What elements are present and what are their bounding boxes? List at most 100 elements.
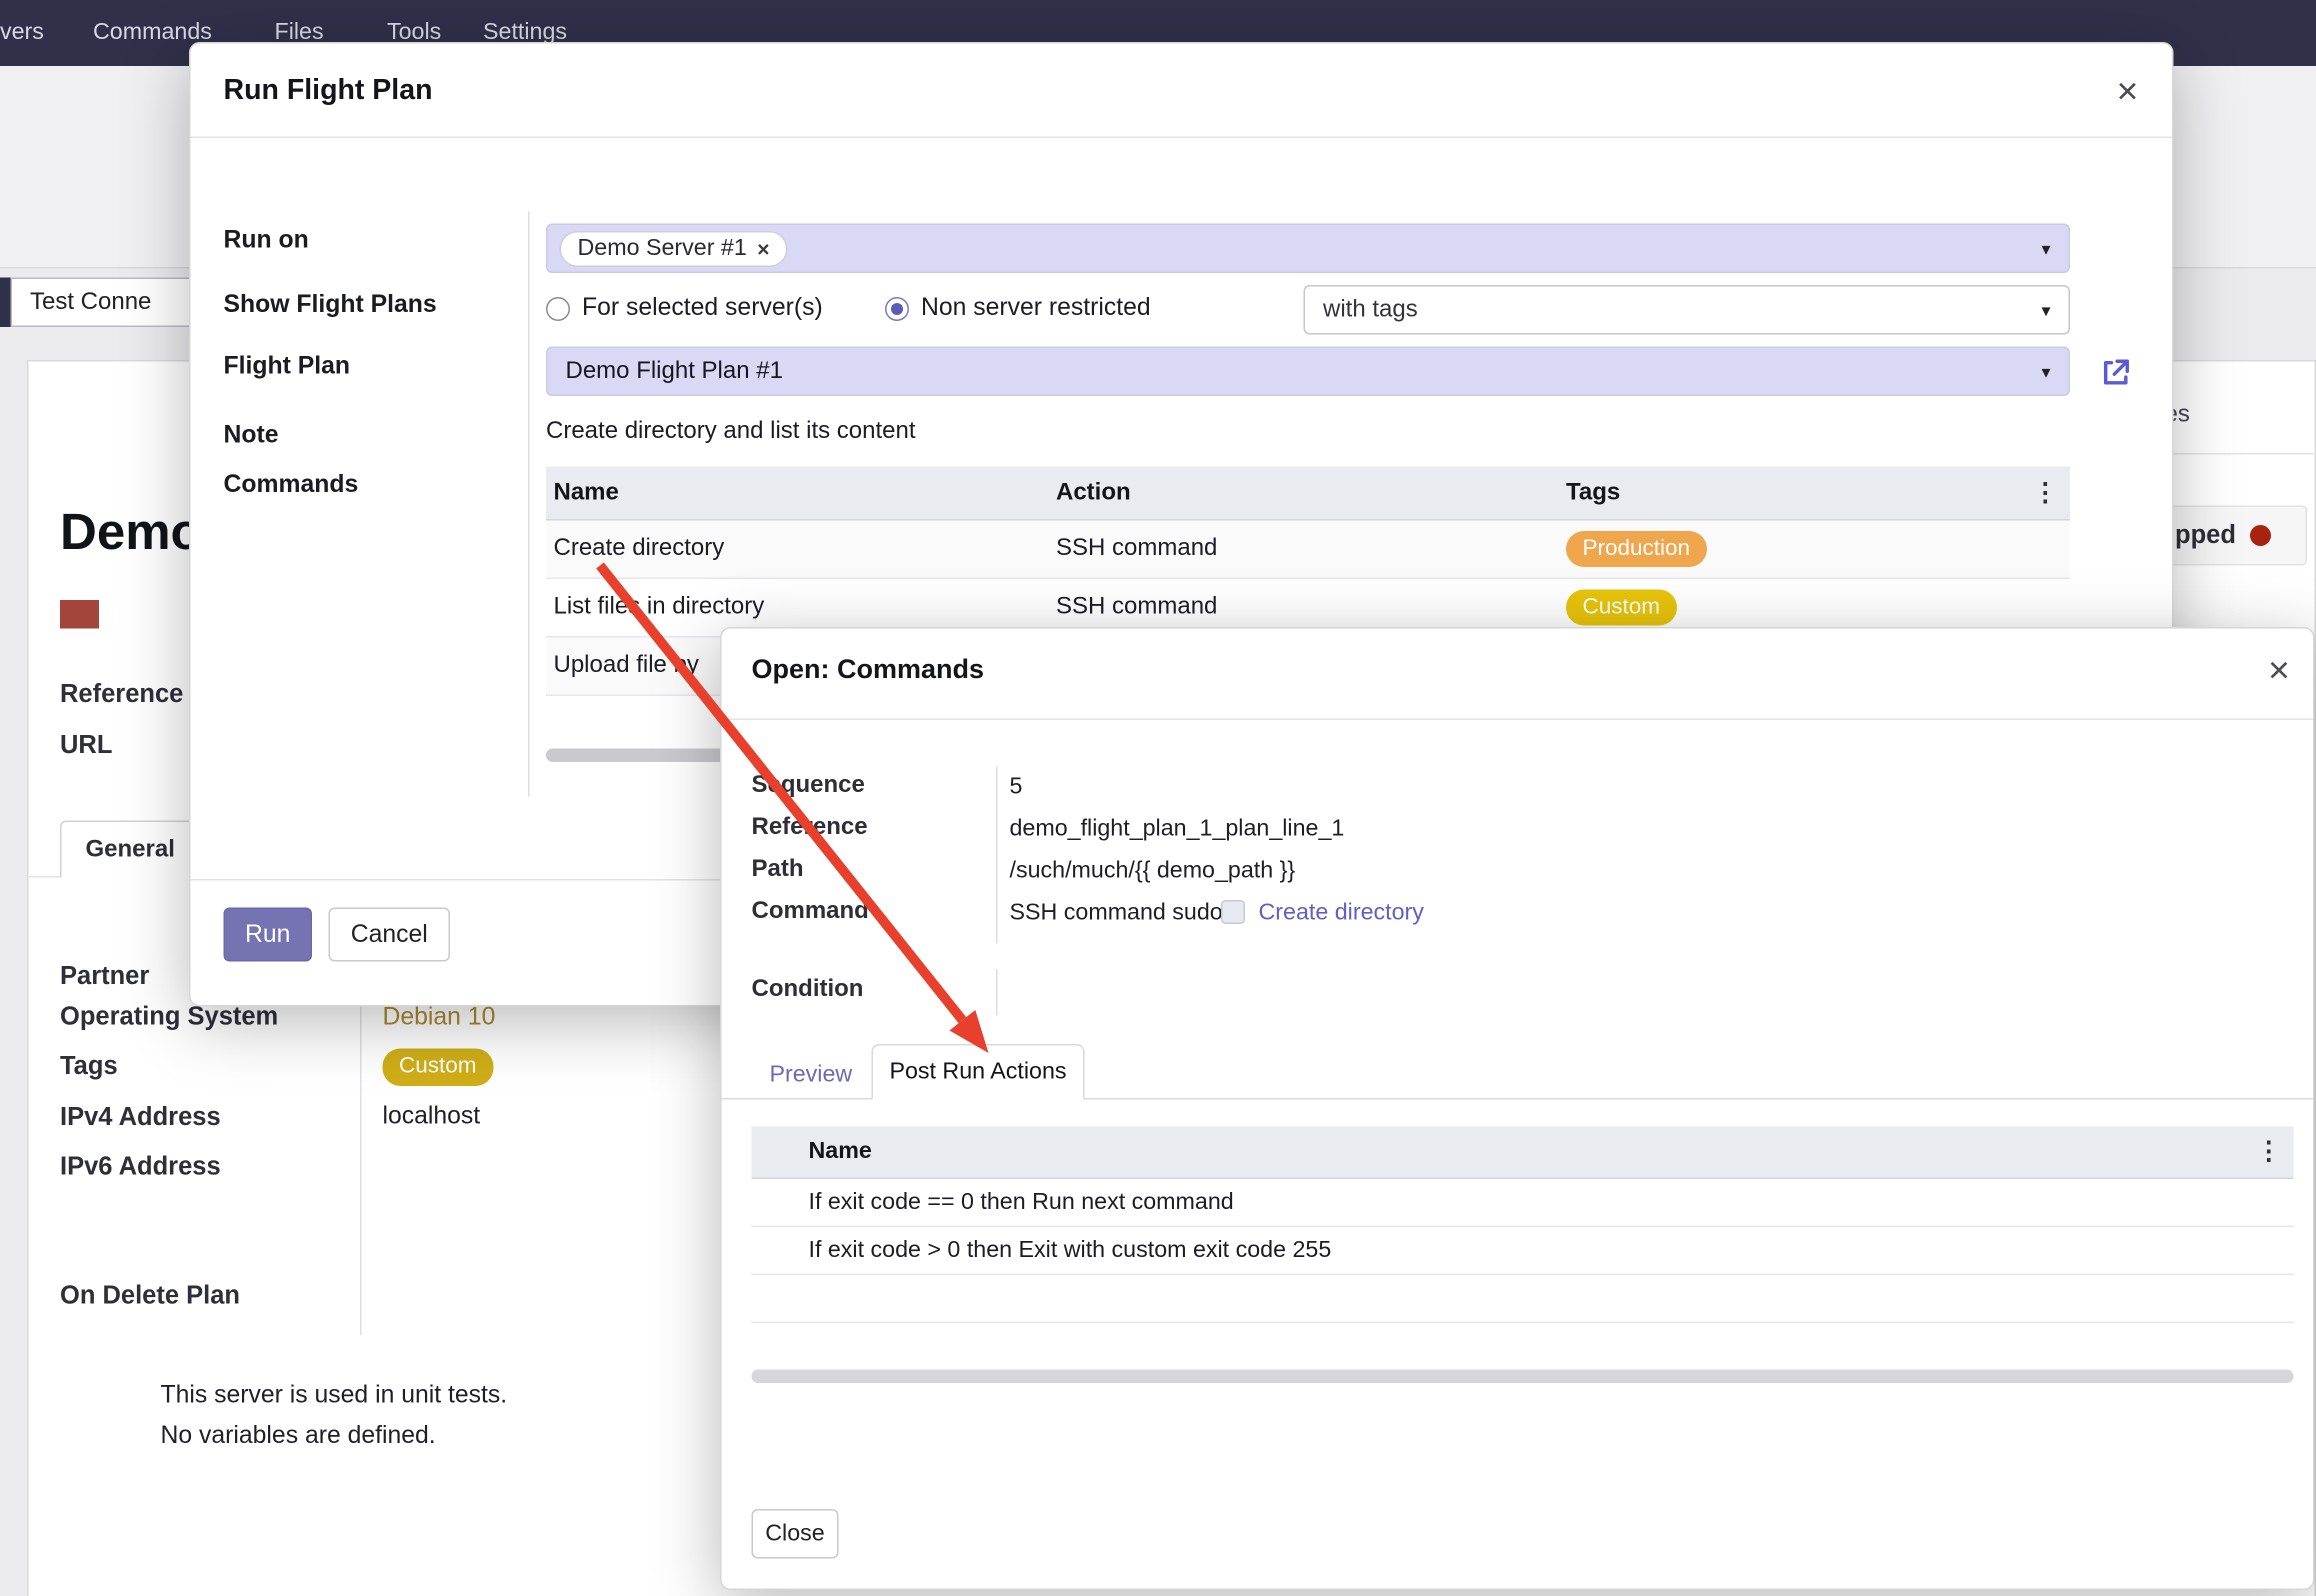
table-row[interactable]: If exit code > 0 then Exit with custom e… — [752, 1227, 2294, 1275]
radio-non-server-restricted-label[interactable]: Non server restricted — [921, 294, 1151, 323]
radio-selected-servers-label[interactable]: For selected server(s) — [582, 294, 823, 323]
run-on-select[interactable]: Demo Server #1 × ▾ — [546, 224, 2070, 274]
with-tags-value: with tags — [1323, 296, 1418, 323]
note-label: Note — [224, 422, 279, 451]
field-divider — [360, 960, 362, 1335]
production-tag-badge[interactable]: Production — [1566, 530, 1707, 567]
on-delete-plan-label: On Delete Plan — [60, 1281, 240, 1311]
run-on-label: Run on — [224, 227, 309, 256]
condition-divider — [996, 969, 998, 1016]
unit-test-note: This server is used in unit tests. — [161, 1382, 508, 1411]
tags-label: Tags — [60, 1052, 118, 1082]
radio-selected-dot — [891, 303, 903, 315]
chevron-down-icon[interactable]: ▾ — [2041, 362, 2050, 380]
tab-bar-line — [27, 876, 60, 878]
external-link-icon[interactable] — [2099, 356, 2134, 398]
card-tab-border — [2174, 453, 2316, 455]
actions-table-header: Name ⋮ — [752, 1127, 2294, 1180]
row-name: List files in directory — [546, 594, 1056, 621]
custom-tag-badge[interactable]: Custom — [1566, 589, 1677, 626]
status-stopped-dot-icon — [2249, 525, 2270, 546]
sequence-label: Sequence — [752, 773, 865, 800]
col-name[interactable]: Name — [546, 479, 1056, 506]
commands-label: Commands — [224, 471, 359, 500]
url-label: URL — [60, 731, 112, 761]
command-label: Command — [752, 899, 869, 926]
tab-post-run-actions-label: Post Run Actions — [889, 1058, 1066, 1085]
with-tags-select[interactable]: with tags ▾ — [1304, 285, 2071, 335]
path-label: Path — [752, 857, 804, 884]
test-connection-button[interactable]: Test Conne — [11, 278, 206, 328]
chevron-down-icon[interactable]: ▾ — [2041, 239, 2050, 257]
reference-label: Reference — [752, 815, 868, 842]
tab-general[interactable]: General — [60, 821, 200, 878]
partner-label: Partner — [60, 962, 149, 992]
server-title: Demo — [60, 504, 202, 563]
toolbar-button-edge[interactable] — [0, 278, 11, 328]
ipv4-value: localhost — [383, 1103, 481, 1132]
flight-plan-select[interactable]: Demo Flight Plan #1 ▾ — [546, 347, 2070, 397]
operating-system-value[interactable]: Debian 10 — [383, 1004, 496, 1033]
tags-value[interactable]: Custom — [383, 1049, 494, 1086]
plan-description: Create directory and list its content — [546, 419, 916, 446]
table-row[interactable]: Create directory SSH command Production — [546, 521, 2070, 580]
action-name: If exit code > 0 then Exit with custom e… — [809, 1237, 2294, 1264]
variables-note: No variables are defined. — [161, 1422, 436, 1451]
row-name: Create directory — [546, 536, 1056, 563]
tab-preview[interactable]: Preview — [770, 1062, 853, 1089]
server-chip[interactable]: Demo Server #1 × — [560, 230, 788, 266]
path-value: /such/much/{{ demo_path }} — [1010, 858, 1296, 885]
reference-label: Reference — [60, 680, 183, 710]
commands-table-header: Name Action Tags ⋮ — [546, 467, 2070, 521]
run-button[interactable]: Run — [224, 908, 313, 962]
scrollbar-thumb[interactable] — [752, 1370, 2294, 1384]
command-value: SSH command sudo — [1010, 900, 1223, 927]
row-action: SSH command — [1056, 594, 1566, 621]
label-column-divider — [528, 212, 530, 797]
show-flight-plans-label: Show Flight Plans — [224, 291, 437, 320]
field-column-divider — [996, 767, 998, 944]
condition-label: Condition — [752, 977, 864, 1004]
run-modal-title: Run Flight Plan — [224, 75, 433, 108]
flight-plan-label: Flight Plan — [224, 353, 351, 382]
tab-post-run-actions[interactable]: Post Run Actions — [872, 1044, 1085, 1100]
row-action: SSH command — [1056, 536, 1566, 563]
ipv4-label: IPv4 Address — [60, 1103, 221, 1133]
sequence-value: 5 — [1010, 774, 1023, 801]
close-button[interactable]: Close — [752, 1509, 839, 1559]
col-tags[interactable]: Tags — [1566, 479, 2033, 506]
col-name[interactable]: Name — [809, 1139, 2257, 1166]
reference-value: demo_flight_plan_1_plan_line_1 — [1010, 816, 1345, 843]
ipv6-label: IPv6 Address — [60, 1152, 221, 1182]
modal-header-divider — [191, 137, 2173, 139]
chevron-down-icon[interactable]: ▾ — [2041, 301, 2050, 319]
chip-remove-icon[interactable]: × — [757, 236, 769, 260]
server-chip-label: Demo Server #1 — [578, 235, 747, 262]
tab-general-label: General — [86, 836, 175, 863]
cancel-button[interactable]: Cancel — [329, 908, 451, 962]
close-icon[interactable]: × — [2117, 74, 2139, 112]
open-commands-modal: Open: Commands × Sequence Reference Path… — [720, 627, 2315, 1590]
custom-tag-badge[interactable]: Custom — [383, 1049, 494, 1086]
commands-modal-title: Open: Commands — [752, 654, 985, 686]
modal-header-divider — [722, 719, 2314, 721]
screenshot-stage: vers Commands Files Tools Settings Test … — [0, 0, 2316, 1596]
flight-plan-value: Demo Flight Plan #1 — [566, 358, 783, 385]
close-icon[interactable]: × — [2268, 653, 2290, 691]
color-swatch[interactable] — [60, 600, 99, 629]
row-tags: Production — [1566, 530, 2070, 567]
command-checkbox[interactable] — [1221, 900, 1245, 924]
kebab-menu-icon[interactable]: ⋮ — [2256, 1137, 2294, 1167]
create-directory-link[interactable]: Create directory — [1259, 900, 1424, 927]
post-run-actions-table: Name ⋮ If exit code == 0 then Run next c… — [752, 1127, 2294, 1324]
horizontal-scrollbar[interactable] — [752, 1370, 2294, 1384]
action-name: If exit code == 0 then Run next command — [809, 1189, 2294, 1216]
col-action[interactable]: Action — [1056, 479, 1566, 506]
kebab-menu-icon[interactable]: ⋮ — [2033, 478, 2071, 508]
radio-non-server-restricted[interactable] — [885, 297, 909, 321]
row-tags: Custom — [1566, 589, 2070, 626]
table-row[interactable]: If exit code == 0 then Run next command — [752, 1179, 2294, 1227]
radio-selected-servers[interactable] — [546, 297, 570, 321]
nav-item-servers[interactable]: vers — [0, 0, 44, 66]
empty-row — [752, 1275, 2294, 1323]
